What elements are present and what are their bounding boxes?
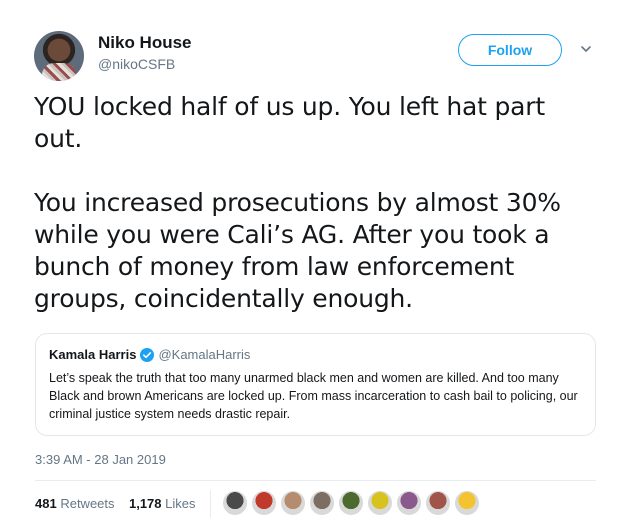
quoted-author-handle: @KamalaHarris	[158, 347, 251, 362]
author-name[interactable]: Niko House	[98, 33, 192, 53]
tweet-text: YOU locked half of us up. You left hat p…	[34, 92, 561, 313]
liker-avatar[interactable]	[338, 490, 364, 516]
verified-badge-icon	[140, 347, 155, 362]
liker-avatar[interactable]	[309, 490, 335, 516]
stats-divider	[210, 490, 211, 518]
tweet-stats: 481 Retweets 1,178 Likes	[35, 496, 196, 511]
retweets-stat[interactable]: 481 Retweets	[35, 496, 115, 511]
author-handle[interactable]: @nikoCSFB	[98, 56, 175, 72]
quoted-tweet[interactable]: Kamala Harris @KamalaHarris Let’s speak …	[35, 333, 596, 436]
likers-avatars	[222, 490, 483, 516]
avatar-shirt	[42, 63, 76, 81]
quoted-tweet-header: Kamala Harris @KamalaHarris	[49, 347, 250, 362]
retweets-count: 481	[35, 496, 57, 511]
likes-count: 1,178	[128, 496, 162, 511]
tweet-timestamp[interactable]: 3:39 AM - 28 Jan 2019	[35, 452, 166, 467]
liker-avatar[interactable]	[280, 490, 306, 516]
liker-avatar[interactable]	[222, 490, 248, 516]
liker-avatar[interactable]	[396, 490, 422, 516]
liker-avatar[interactable]	[251, 490, 277, 516]
follow-button[interactable]: Follow	[458, 34, 562, 66]
quoted-author-name: Kamala Harris	[49, 347, 137, 362]
liker-avatar[interactable]	[425, 490, 451, 516]
likes-label: Likes	[165, 496, 196, 511]
liker-avatar[interactable]	[454, 490, 480, 516]
divider	[35, 480, 596, 481]
likes-stat[interactable]: 1,178 Likes	[129, 496, 196, 511]
chevron-down-icon[interactable]	[579, 42, 593, 56]
quoted-tweet-text: Let’s speak the truth that too many unar…	[49, 371, 578, 421]
author-avatar[interactable]	[34, 31, 84, 81]
liker-avatar[interactable]	[367, 490, 393, 516]
retweets-label: Retweets	[60, 496, 115, 511]
